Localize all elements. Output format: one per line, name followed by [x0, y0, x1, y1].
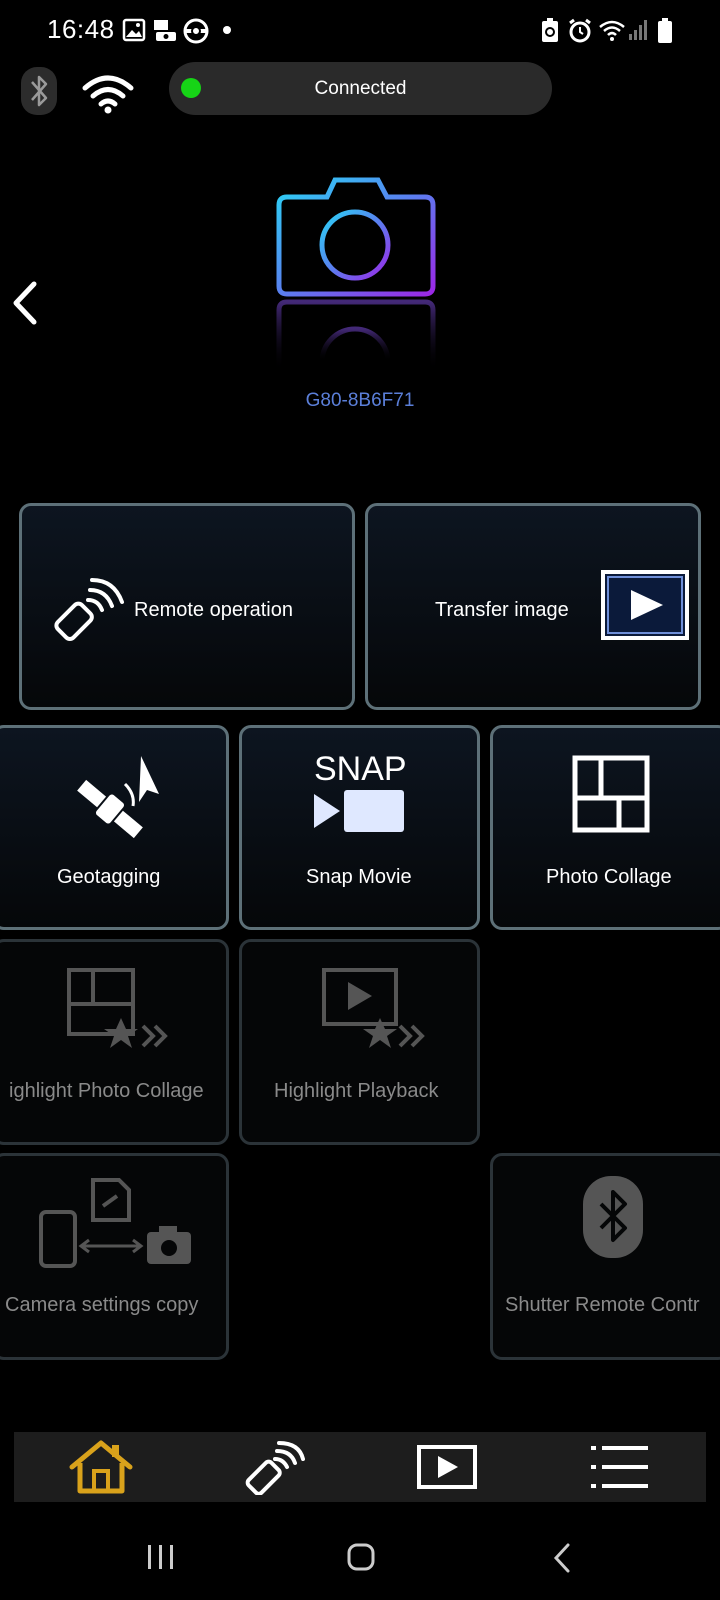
satellite-icon: [77, 756, 159, 839]
transfer-play-icon: [601, 570, 689, 640]
remote-control-icon: [54, 578, 124, 642]
remote-operation-label: Remote operation: [134, 599, 293, 621]
connection-status-text: Connected: [314, 78, 407, 99]
camera-settings-copy-label: Camera settings copy: [5, 1294, 199, 1316]
recent-apps-icon[interactable]: [146, 1542, 176, 1572]
connection-status-pill[interactable]: Connected: [169, 62, 552, 115]
camera-settings-copy-icon: [39, 1178, 191, 1268]
battery-saver-icon: [542, 18, 558, 42]
back-nav-icon[interactable]: [550, 1542, 574, 1574]
system-nav-bar: [0, 1520, 720, 1600]
camera-app-icon: [154, 20, 176, 41]
highlight-collage-icon: [67, 968, 168, 1048]
geotagging-label: Geotagging: [57, 866, 161, 888]
highlight-playback-tile[interactable]: Highlight Playback: [239, 939, 480, 1145]
highlight-photo-collage-label: ighlight Photo Collage: [9, 1080, 204, 1102]
transfer-image-tile[interactable]: Transfer image: [365, 503, 701, 710]
highlight-playback-label: Highlight Playback: [274, 1080, 439, 1102]
gallery-icon: [122, 18, 146, 42]
remote-operation-tile[interactable]: Remote operation: [19, 503, 355, 710]
bluetooth-icon[interactable]: [20, 66, 58, 116]
wifi-status-icon: [599, 20, 625, 41]
shutter-remote-tile[interactable]: Shutter Remote Contr: [490, 1153, 720, 1360]
highlight-playback-icon: [322, 968, 425, 1048]
alarm-icon: [569, 18, 591, 43]
snap-text: SNAP: [314, 750, 407, 788]
battery-icon: [658, 18, 672, 43]
tab-menu[interactable]: [533, 1432, 706, 1502]
bottom-tab-bar: [14, 1432, 706, 1502]
status-bar: 16:48: [0, 0, 720, 60]
back-chevron-icon[interactable]: [10, 278, 40, 328]
photo-collage-tile[interactable]: Photo Collage: [490, 725, 720, 930]
wifi-icon[interactable]: [82, 74, 134, 114]
camera-settings-copy-tile[interactable]: Camera settings copy: [0, 1153, 229, 1360]
shutter-remote-label: Shutter Remote Contr: [505, 1294, 700, 1316]
menu-icon: [590, 1446, 648, 1488]
camera-device-icon[interactable]: [275, 172, 445, 402]
remote-icon: [245, 1441, 305, 1495]
transfer-image-label: Transfer image: [435, 599, 569, 621]
snap-movie-tile[interactable]: SNAP Snap Movie: [239, 725, 480, 930]
geotagging-tile[interactable]: Geotagging: [0, 725, 229, 930]
tab-home[interactable]: [14, 1432, 187, 1502]
notification-dot-icon: [223, 26, 231, 34]
photo-collage-label: Photo Collage: [546, 866, 672, 888]
highlight-photo-collage-tile[interactable]: ighlight Photo Collage: [0, 939, 229, 1145]
device-name: G80-8B6F71: [305, 390, 415, 411]
pokeball-icon: [183, 18, 209, 44]
status-time: 16:48: [47, 14, 115, 44]
bluetooth-remote-icon: [583, 1176, 643, 1258]
snap-movie-label: Snap Movie: [306, 866, 412, 888]
snap-movie-icon: [314, 790, 404, 832]
playback-icon: [416, 1445, 477, 1489]
photo-collage-icon: [572, 755, 650, 833]
tab-remote[interactable]: [187, 1432, 360, 1502]
home-icon: [69, 1440, 132, 1494]
tab-playback[interactable]: [360, 1432, 533, 1502]
signal-icon: [629, 20, 647, 40]
home-nav-icon[interactable]: [346, 1542, 376, 1572]
